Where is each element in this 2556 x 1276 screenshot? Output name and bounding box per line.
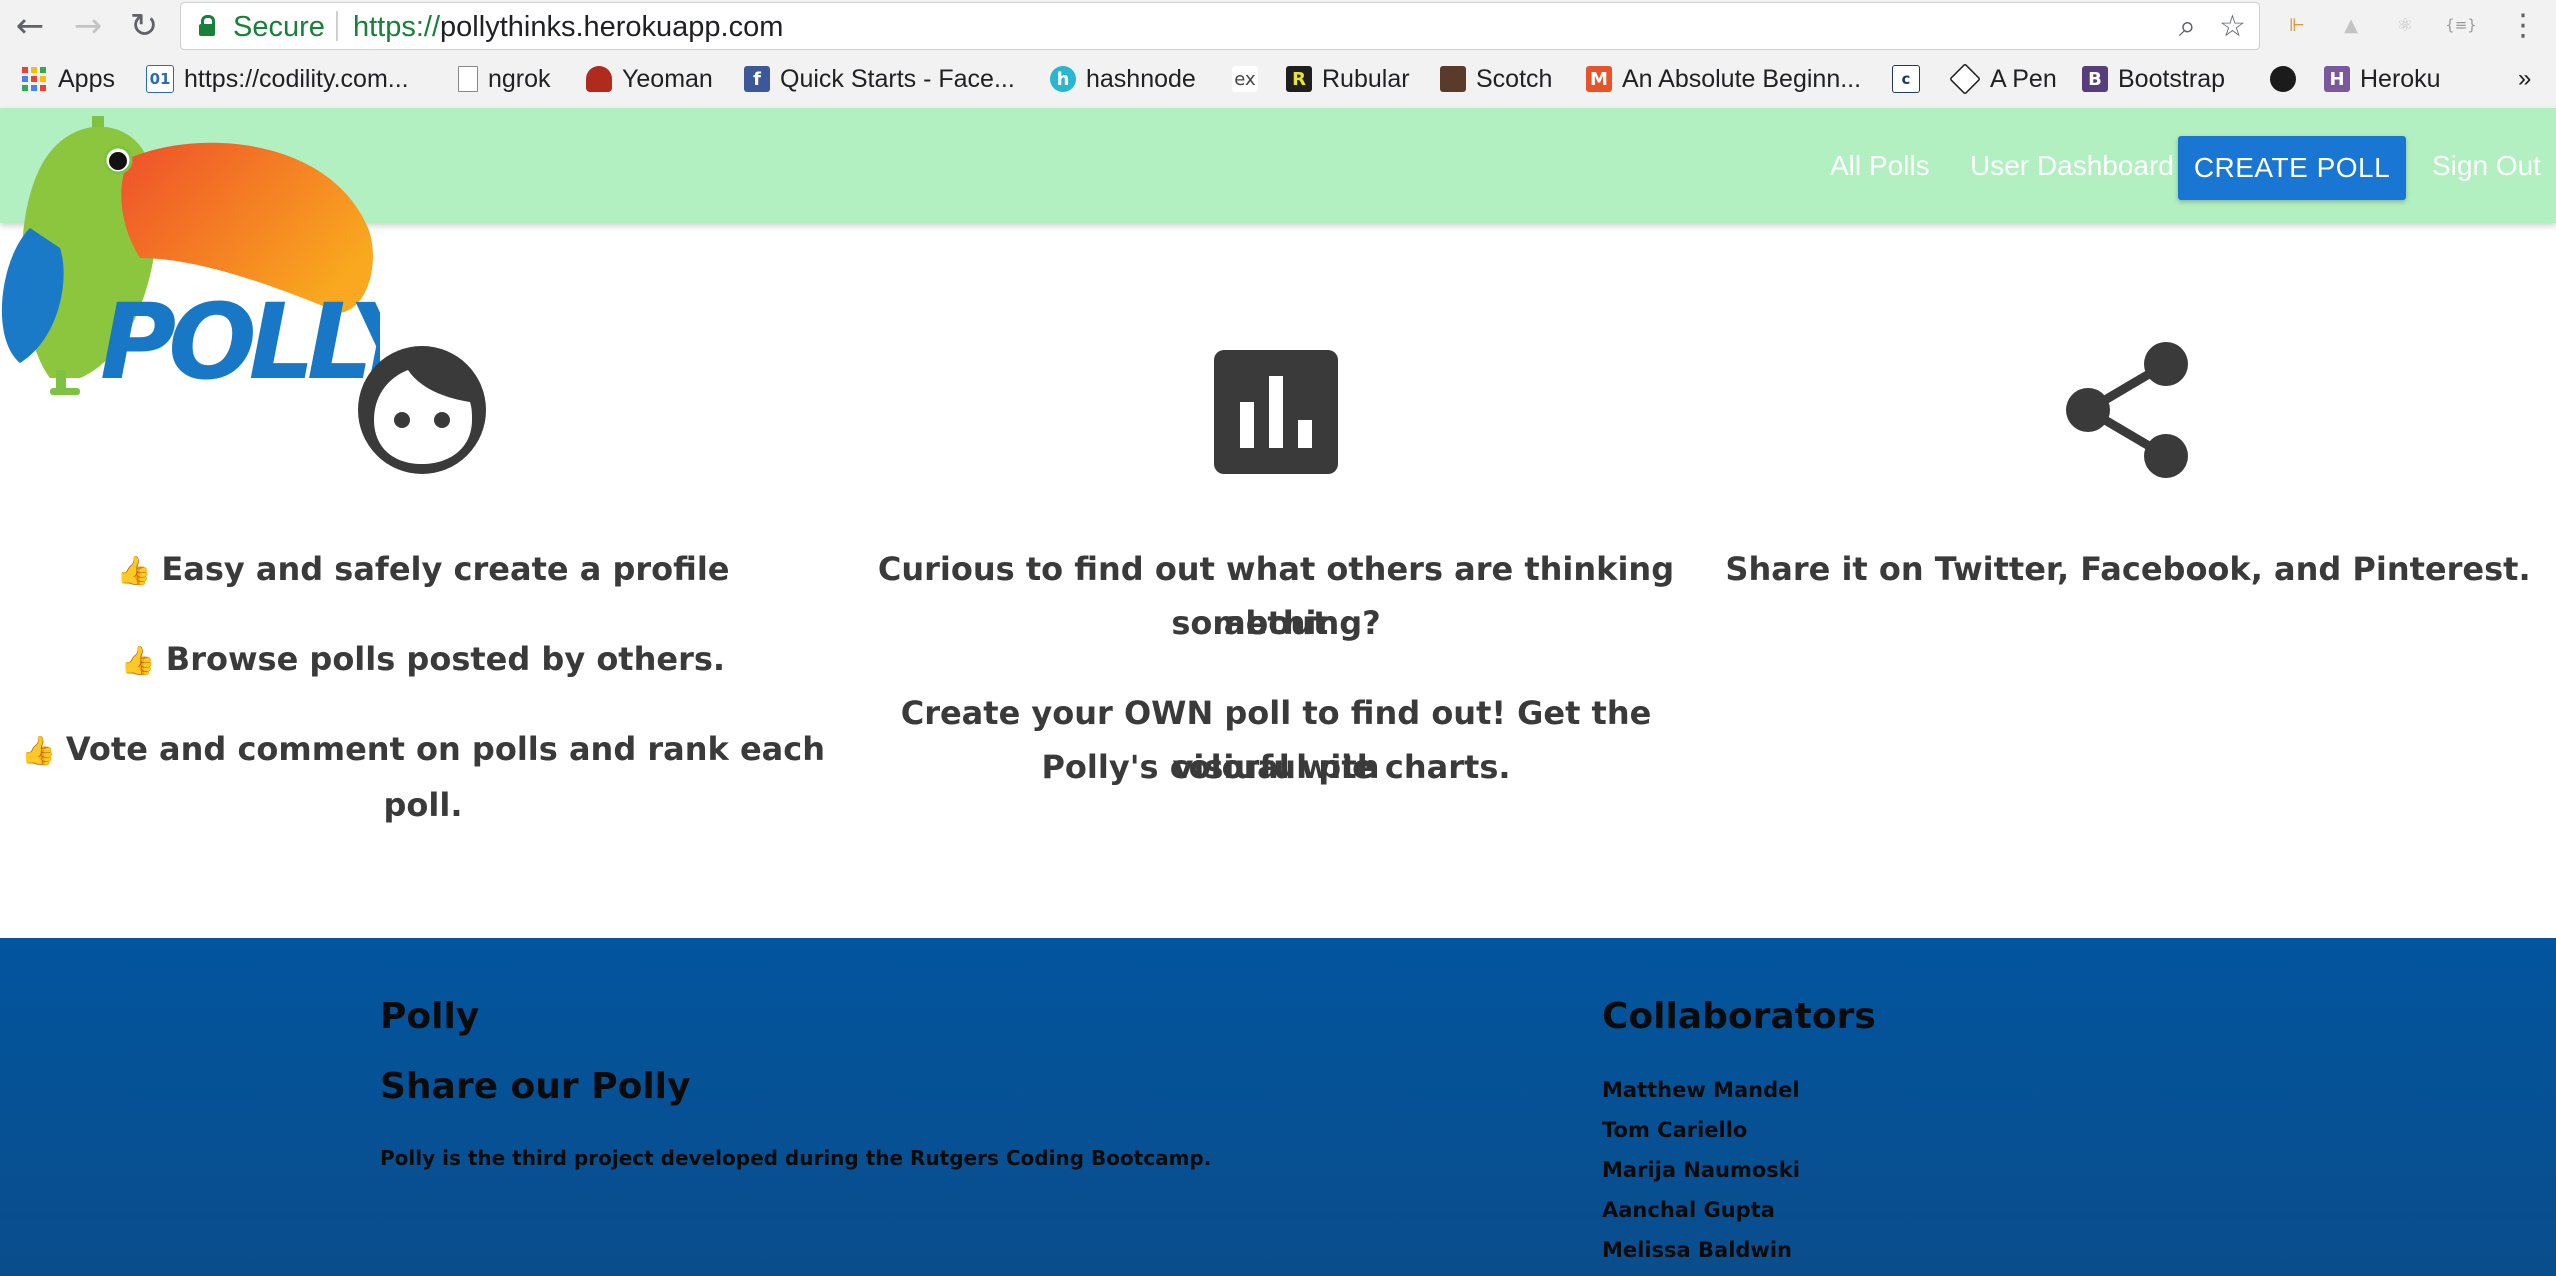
github-icon <box>2270 66 2296 92</box>
bookmark-yeoman[interactable]: Yeoman <box>586 60 713 98</box>
thumbs-up-icon: 👍 <box>116 554 152 587</box>
feature-text: Browse polls posted by others. <box>165 640 726 678</box>
bookmark-github[interactable] <box>2270 60 2306 98</box>
address-divider <box>336 11 338 41</box>
browser-chrome: ← → ↻ Secure https://pollythinks.herokua… <box>0 0 2556 109</box>
footer-title: Polly <box>380 996 480 1037</box>
lock-icon <box>199 15 215 36</box>
bookmark-scotch[interactable]: Scotch <box>1440 60 1552 98</box>
bookmark-label: Bootstrap <box>2118 64 2226 93</box>
thumbs-up-icon: 👍 <box>120 644 156 677</box>
rubular-icon: R <box>1286 66 1312 92</box>
footer-subtitle[interactable]: Share our Polly <box>380 1066 690 1107</box>
bookmarks-bar: Apps 01 https://codility.com... ngrok Ye… <box>0 58 2556 100</box>
nav-sign-out[interactable]: Sign Out <box>2432 150 2541 182</box>
bookmark-label: Scotch <box>1476 64 1553 93</box>
bookmark-apps[interactable]: Apps <box>22 60 115 98</box>
json-viewer-icon[interactable]: {≡} <box>2444 8 2478 42</box>
scotch-icon <box>1440 66 1466 92</box>
page-icon <box>458 66 478 92</box>
bookmark-codepen[interactable]: A Pen <box>1949 60 2057 98</box>
collaborator-name: Marija Naumoski <box>1602 1158 1800 1182</box>
collaborator-name: Melissa Baldwin <box>1602 1238 1792 1262</box>
bookmark-heroku[interactable]: H Heroku <box>2324 60 2441 98</box>
share-icon <box>2066 342 2188 478</box>
site-navbar: All Polls User Dashboard CREATE POLL Sig… <box>0 108 2556 223</box>
polly-toucan-logo[interactable]: POLLY <box>0 108 380 398</box>
bookmark-hashnode[interactable]: h hashnode <box>1050 60 1196 98</box>
back-arrow-icon[interactable]: ← <box>10 6 50 46</box>
bookmark-label: hashnode <box>1086 64 1196 93</box>
collaborator-name: Matthew Mandel <box>1602 1078 1800 1102</box>
bookmark-label: An Absolute Beginn... <box>1622 64 1862 93</box>
nav-user-dashboard[interactable]: User Dashboard <box>1970 150 2174 182</box>
bookmark-label: https://codility.com... <box>184 64 409 93</box>
address-bar[interactable]: Secure https://pollythinks.herokuapp.com… <box>180 2 2260 50</box>
collaborator-name: Aanchal Gupta <box>1602 1198 1775 1222</box>
feature-create-line2: Polly's colorful pie charts. <box>1041 748 1511 786</box>
codility-icon: 01 <box>146 65 174 93</box>
bookmark-codility[interactable]: 01 https://codility.com... <box>146 60 409 98</box>
site-footer <box>0 938 2556 1276</box>
medium-icon: M <box>1586 66 1612 92</box>
feature-item: 👍 Easy and safely create a profile <box>0 542 846 598</box>
feature-share-text: Share it on Twitter, Facebook, and Pinte… <box>1725 550 2531 588</box>
feature-item: 👍 Vote and comment on polls and rank each… <box>0 722 846 832</box>
yeoman-icon <box>586 66 612 92</box>
bookmark-label: Heroku <box>2360 64 2441 93</box>
apps-grid-icon <box>22 67 46 91</box>
zoom-icon[interactable]: ⌕ <box>2179 9 2196 44</box>
url-text[interactable]: https://pollythinks.herokuapp.com <box>353 11 783 44</box>
express-icon: ex <box>1232 66 1258 92</box>
bookmark-express[interactable]: ex <box>1232 60 1268 98</box>
logo-text: POLLY <box>100 281 380 398</box>
feature-text: Easy and safely create a profile <box>161 550 730 588</box>
bookmark-medium[interactable]: M An Absolute Beginn... <box>1586 60 1861 98</box>
bookmark-codecademy[interactable]: c <box>1892 60 1930 98</box>
drive-icon[interactable]: ▲ <box>2334 8 2368 42</box>
forward-arrow-icon[interactable]: → <box>68 6 108 46</box>
feature-curious-line2: something? <box>1171 604 1381 642</box>
feature-text: Vote and comment on polls and rank each … <box>65 730 825 824</box>
collaborators-list: Matthew Mandel Tom Cariello Marija Naumo… <box>1602 1070 1800 1270</box>
bookmark-label: Quick Starts - Face... <box>780 64 1015 93</box>
codepen-icon <box>1949 63 1981 95</box>
bar-chart-icon <box>1214 350 1338 474</box>
bookmark-bootstrap[interactable]: B Bootstrap <box>2082 60 2225 98</box>
collaborator-name: Tom Cariello <box>1602 1118 1748 1142</box>
feature-item: 👍 Browse polls posted by others. <box>0 632 846 688</box>
bookmark-label: ngrok <box>488 64 551 93</box>
reload-icon[interactable]: ↻ <box>124 6 164 46</box>
bookmark-facebook[interactable]: f Quick Starts - Face... <box>744 60 1015 98</box>
bookmark-label: Yeoman <box>622 64 713 93</box>
footer-description: Polly is the third project developed dur… <box>380 1146 1212 1170</box>
bookmark-rubular[interactable]: R Rubular <box>1286 60 1410 98</box>
create-poll-button[interactable]: CREATE POLL <box>2178 136 2406 200</box>
react-devtools-icon[interactable]: ⚛ <box>2388 8 2422 42</box>
url-scheme: https:// <box>353 11 441 43</box>
nav-all-polls[interactable]: All Polls <box>1830 150 1930 182</box>
secure-label: Secure <box>233 11 325 43</box>
facebook-icon: f <box>744 66 770 92</box>
star-icon[interactable]: ☆ <box>2219 9 2246 44</box>
bookmark-label: A Pen <box>1990 64 2057 93</box>
url-host: pollythinks.herokuapp.com <box>440 11 784 43</box>
menu-dots-icon[interactable]: ⋮ <box>2506 8 2540 43</box>
collaborators-title: Collaborators <box>1602 996 1876 1037</box>
thumbs-up-icon: 👍 <box>21 734 56 767</box>
bookmark-label: Rubular <box>1322 64 1410 93</box>
extension-tag-icon[interactable]: ⊩ <box>2280 8 2314 42</box>
bookmarks-overflow-icon[interactable]: » <box>2518 60 2531 98</box>
heroku-icon: H <box>2324 66 2350 92</box>
face-icon <box>358 346 486 474</box>
hashnode-icon: h <box>1050 66 1076 92</box>
bookmark-ngrok[interactable]: ngrok <box>458 60 551 98</box>
bootstrap-icon: B <box>2082 66 2108 92</box>
codecademy-icon: c <box>1892 65 1920 93</box>
bookmark-label: Apps <box>58 64 115 93</box>
browser-toolbar: ← → ↻ Secure https://pollythinks.herokua… <box>0 0 2556 50</box>
